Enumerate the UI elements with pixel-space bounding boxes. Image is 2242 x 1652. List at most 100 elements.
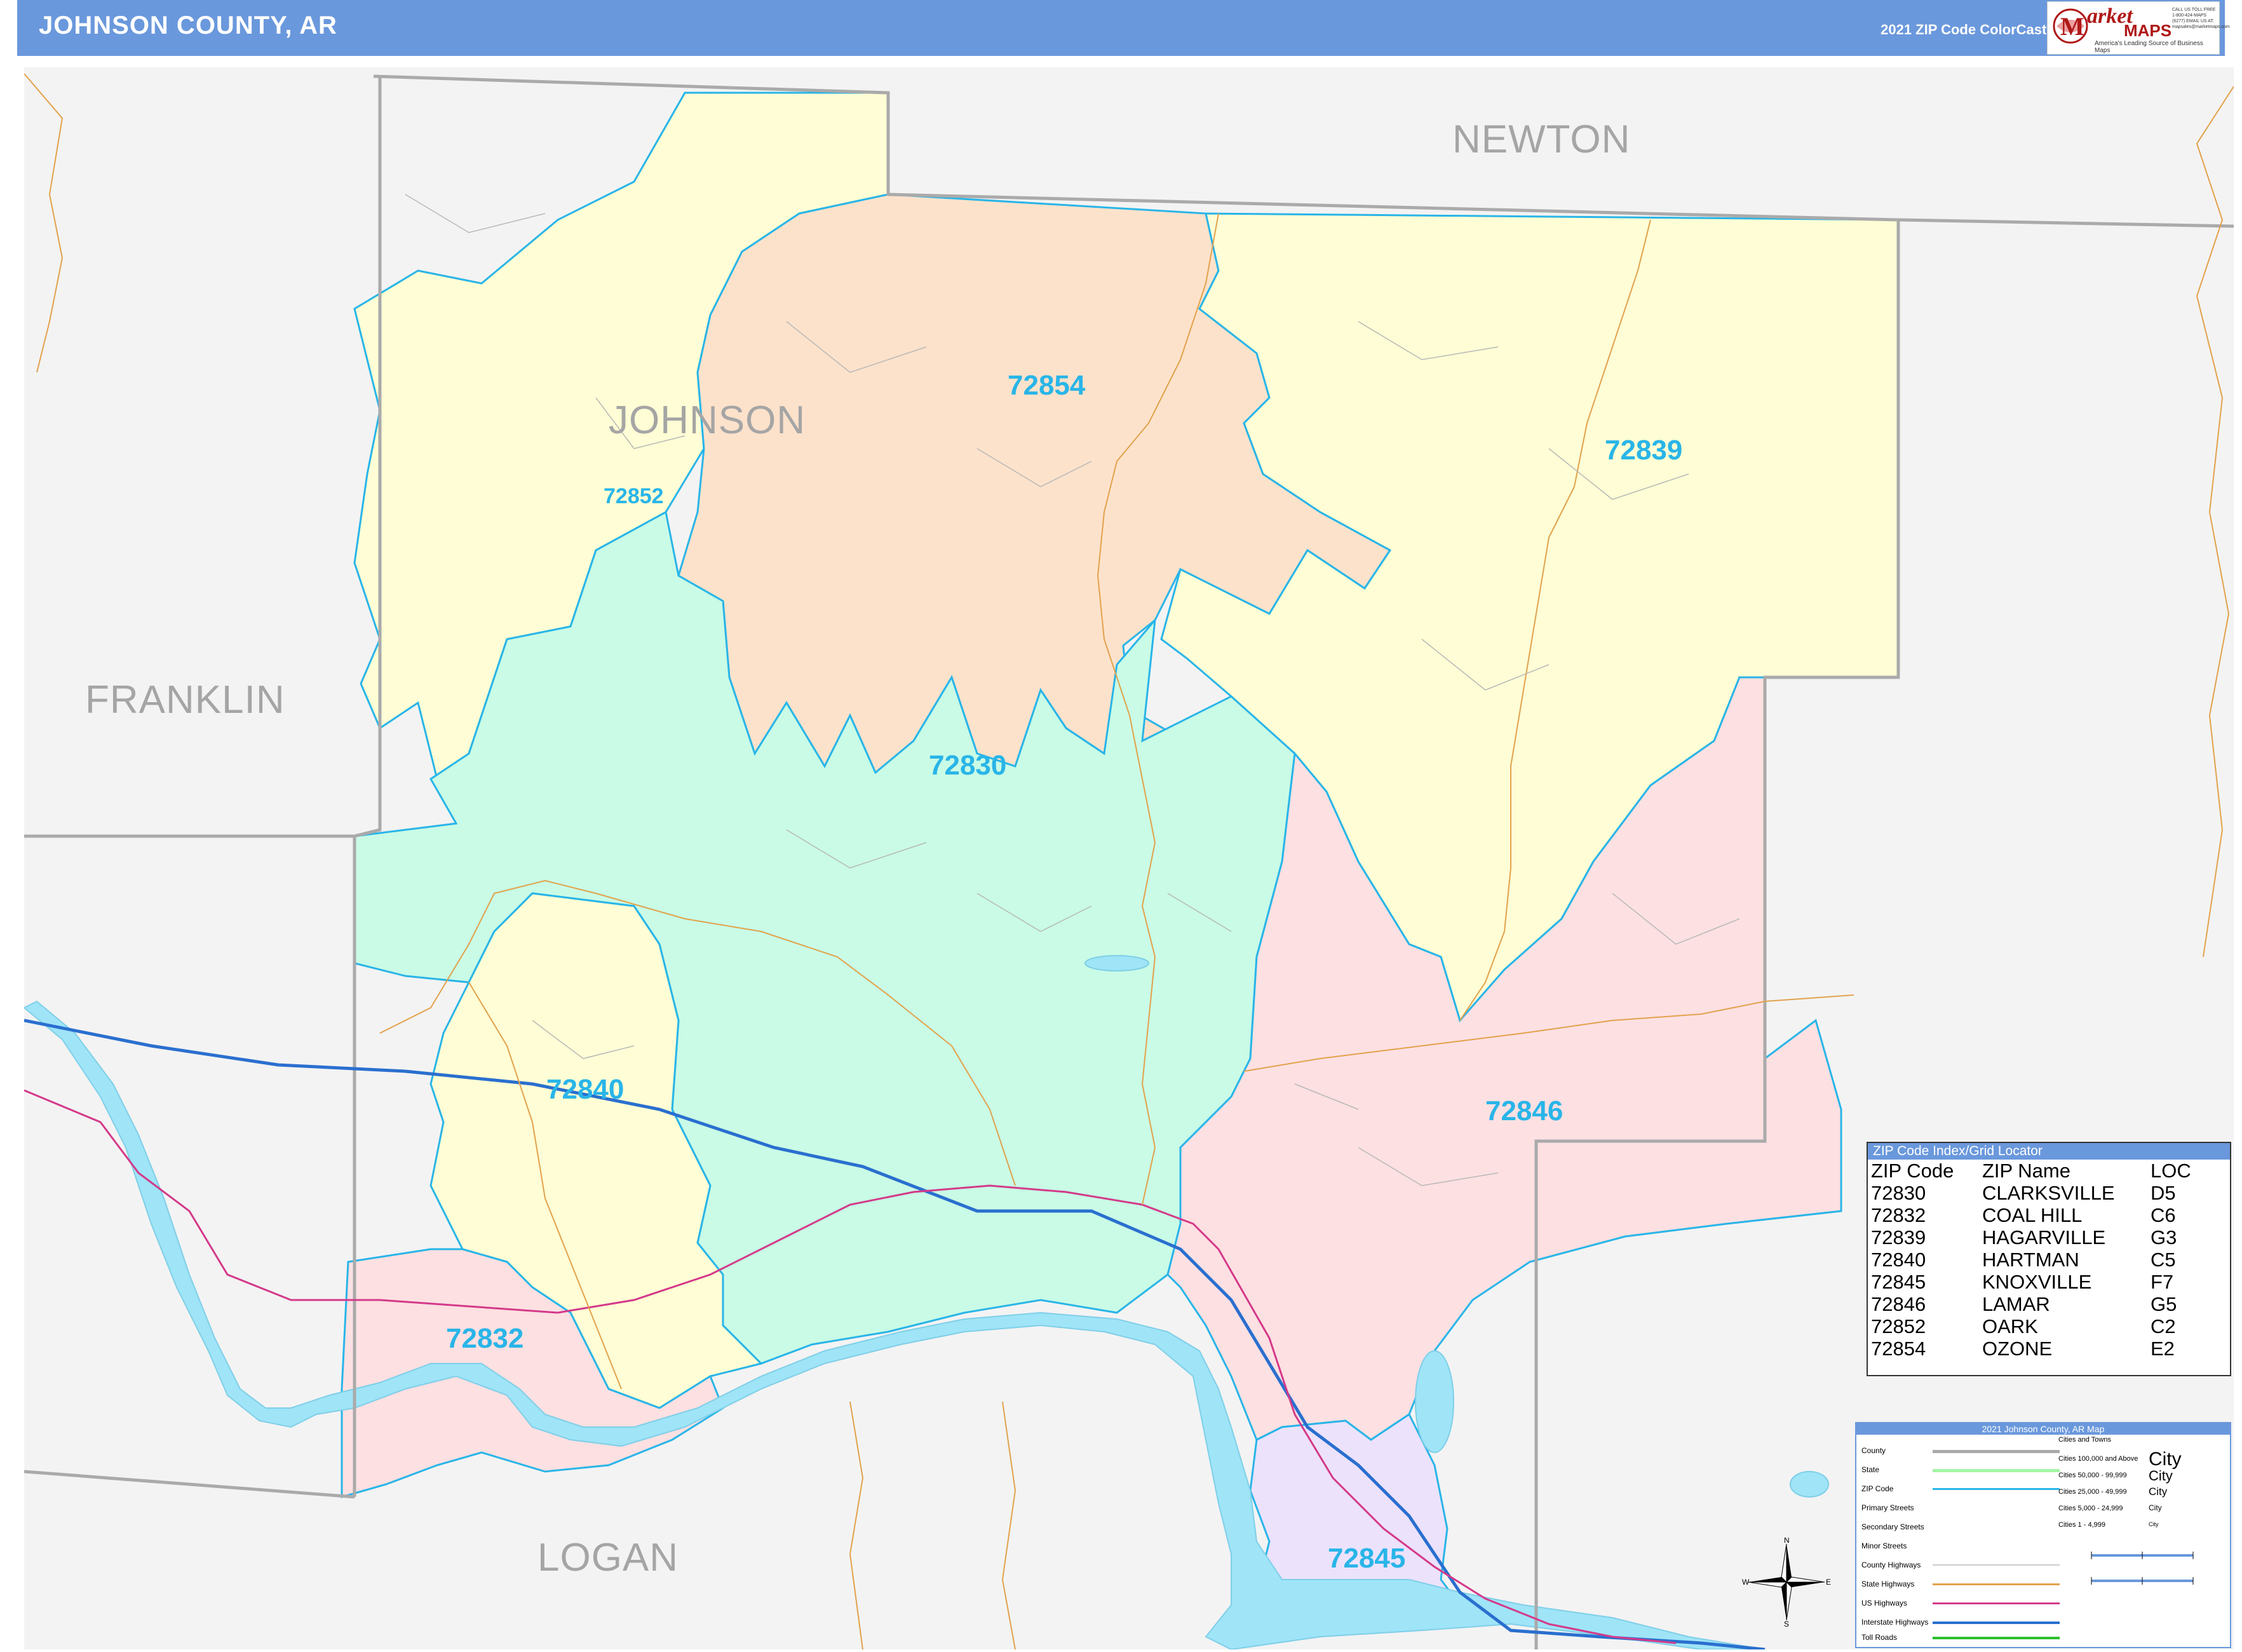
zip-index-table: ZIP Code ZIP Name LOC 72830 CLARKSVILLE D5… — [1868, 1160, 2230, 1360]
zip-code-index-panel: ZIP Code Index/Grid Locator ZIP Code ZIP… — [1867, 1142, 2231, 1376]
title-bar: JOHNSON COUNTY, AR 2021 ZIP Code ColorCa… — [17, 0, 2225, 56]
map-canvas — [24, 67, 2234, 1649]
legend-city-class-2: Cities 50,000 - 99,999 — [2058, 1472, 2127, 1479]
legend-swatch-state-hwy — [1933, 1583, 2060, 1585]
zip-name-cell: HAGARVILLE — [1982, 1226, 2106, 1249]
table-row[interactable]: 72845 KNOXVILLE F7 — [1868, 1271, 2230, 1293]
county-label-newton: NEWTON — [1452, 118, 1631, 161]
zip-label-72846: 72846 — [1485, 1095, 1563, 1127]
spadra-creek-bay — [1415, 1350, 1454, 1453]
legend-item-state: State — [1861, 1465, 1880, 1474]
zip-code-cell: 72832 — [1871, 1204, 1926, 1226]
zip-label-72845: 72845 — [1328, 1543, 1406, 1574]
legend-cities-header: Cities and Towns — [2058, 1436, 2111, 1444]
legend-city-class-3: Cities 25,000 - 49,999 — [2058, 1488, 2127, 1496]
zip-code-cell: 72852 — [1871, 1315, 1926, 1337]
table-row[interactable]: 72846 LAMAR G5 — [1868, 1293, 2230, 1315]
zip-code-cell: 72854 — [1871, 1337, 1926, 1360]
table-row[interactable]: 72830 CLARKSVILLE D5 — [1868, 1182, 2230, 1204]
county-label-logan: LOGAN — [537, 1536, 679, 1580]
legend-city-sample-2: City — [2149, 1468, 2173, 1484]
compass-w: W — [1742, 1578, 1750, 1587]
zip-name-cell: OZONE — [1982, 1337, 2053, 1360]
legend-city-sample-1: City — [2149, 1449, 2182, 1470]
table-row[interactable]: 72852 OARK C2 — [1868, 1315, 2230, 1337]
legend-swatch-zip — [1933, 1488, 2060, 1490]
pond — [1790, 1471, 1829, 1498]
legend-item-zip: ZIP Code — [1861, 1484, 1894, 1493]
zip-label-72854: 72854 — [1008, 370, 1086, 401]
map-title: JOHNSON COUNTY, AR — [39, 11, 337, 39]
zip-label-72832: 72832 — [446, 1323, 524, 1354]
compass-n: N — [1784, 1538, 1790, 1545]
county-label-johnson: JOHNSON — [609, 398, 806, 442]
loc-cell: C2 — [2151, 1315, 2176, 1337]
legend-item-county-hwy: County Highways — [1861, 1561, 1921, 1569]
legend-title: 2021 Johnson County, AR Map — [1856, 1423, 2230, 1435]
market-maps-logo: M arket MAPS America's Leading Source of… — [2047, 1, 2230, 55]
county-map[interactable]: JOHNSON NEWTON FRANKLIN LOGAN 72854 7283… — [24, 67, 2234, 1649]
zip-code-cell: 72839 — [1871, 1226, 1926, 1249]
zip-name-cell: CLARKSVILLE — [1982, 1182, 2115, 1204]
legend-city-sample-4: City — [2149, 1503, 2162, 1512]
loc-cell: C6 — [2151, 1204, 2176, 1226]
compass-rose: N S W E — [1742, 1536, 1831, 1628]
legend-item-county: County — [1861, 1446, 1886, 1455]
table-row[interactable]: 72840 HARTMAN C5 — [1868, 1249, 2230, 1271]
zip-index-title: ZIP Code Index/Grid Locator — [1868, 1143, 2230, 1160]
loc-cell: D5 — [2151, 1182, 2176, 1204]
table-row[interactable]: 72854 OZONE E2 — [1868, 1337, 2230, 1360]
legend-city-class-5: Cities 1 - 4,999 — [2058, 1521, 2105, 1529]
zip-index-header-row: ZIP Code ZIP Name LOC — [1868, 1160, 2230, 1182]
legend-swatch-county-hwy — [1933, 1564, 2060, 1566]
col-zip-code: ZIP Code — [1871, 1160, 1954, 1182]
legend-swatch-toll — [1933, 1637, 2060, 1639]
legend-item-state-hwy: State Highways — [1861, 1580, 1915, 1588]
loc-cell: G3 — [2151, 1226, 2177, 1249]
col-loc: LOC — [2151, 1160, 2191, 1182]
zip-code-cell: 72846 — [1871, 1293, 1926, 1315]
logo-tagline: America's Leading Source of Business Map… — [2095, 40, 2203, 54]
zip-label-72839: 72839 — [1605, 435, 1683, 466]
lake-dardanelle-arm — [1084, 955, 1149, 972]
globe-icon: M — [2053, 8, 2088, 44]
legend-city-class-1: Cities 100,000 and Above — [2058, 1455, 2138, 1463]
logo-contact: CALL US TOLL FREE 1-800-424-MAPS (6277) … — [2172, 8, 2230, 29]
zip-name-cell: OARK — [1982, 1315, 2038, 1337]
legend-swatch-county — [1933, 1450, 2060, 1453]
map-legend-panel: 2021 Johnson County, AR Map County State… — [1855, 1422, 2231, 1648]
compass-e: E — [1826, 1578, 1831, 1587]
scale-bar-icon — [2091, 1552, 2194, 1585]
table-row[interactable]: 72839 HAGARVILLE G3 — [1868, 1226, 2230, 1249]
zip-label-72840: 72840 — [546, 1074, 625, 1105]
compass-icon: N S W E — [1742, 1536, 1831, 1628]
legend-item-toll: Toll Roads — [1861, 1633, 1898, 1642]
table-row[interactable]: 72832 COAL HILL C6 — [1868, 1204, 2230, 1226]
legend-city-sample-3: City — [2149, 1486, 2168, 1498]
legend-item-primary: Primary Streets — [1861, 1503, 1914, 1512]
zip-name-cell: LAMAR — [1982, 1293, 2050, 1315]
legend-item-minor: Minor Streets — [1861, 1541, 1907, 1550]
loc-cell: E2 — [2151, 1337, 2175, 1360]
legend-swatch-us-hwy — [1933, 1602, 2060, 1604]
legend-swatch-state — [1933, 1469, 2060, 1472]
zip-name-cell: KNOXVILLE — [1982, 1271, 2092, 1293]
zip-label-72830: 72830 — [929, 750, 1007, 781]
logo-text-maps: MAPS — [2124, 21, 2172, 40]
zip-label-72852: 72852 — [604, 484, 664, 508]
col-zip-name: ZIP Name — [1982, 1160, 2070, 1182]
loc-cell: G5 — [2151, 1293, 2177, 1315]
svg-text:M: M — [2060, 12, 2084, 41]
county-label-franklin: FRANKLIN — [85, 678, 285, 722]
zip-code-cell: 72840 — [1871, 1249, 1926, 1271]
zip-name-cell: COAL HILL — [1982, 1204, 2083, 1226]
legend-item-us-hwy: US Highways — [1861, 1599, 1908, 1608]
legend-city-sample-5: City — [2149, 1521, 2159, 1527]
legend-city-class-4: Cities 5,000 - 24,999 — [2058, 1505, 2123, 1512]
loc-cell: C5 — [2151, 1249, 2176, 1271]
loc-cell: F7 — [2151, 1271, 2174, 1293]
legend-item-secondary: Secondary Streets — [1861, 1522, 1924, 1531]
legend-item-interstate: Interstate Highways — [1861, 1618, 1929, 1627]
compass-s: S — [1784, 1620, 1789, 1627]
legend-swatch-interstate — [1933, 1622, 2060, 1624]
